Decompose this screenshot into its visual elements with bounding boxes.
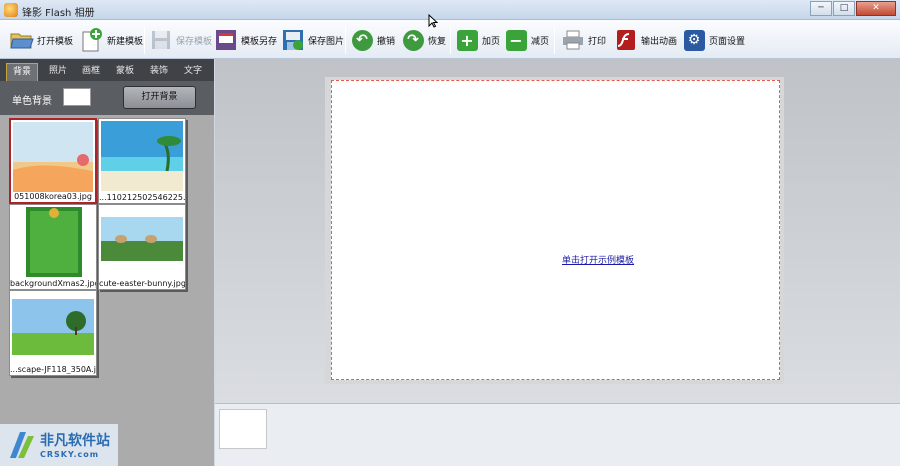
thumbnail-item[interactable]: backgroundXmas2.jpg	[9, 204, 97, 290]
redo-icon: ↷	[401, 28, 425, 52]
solid-background-label: 单色背景	[12, 96, 52, 107]
close-button[interactable]: ✕	[856, 1, 896, 16]
add-page-button[interactable]: + 加页	[455, 26, 500, 54]
plus-icon: +	[455, 28, 479, 52]
new-template-button[interactable]: 新建模板	[80, 26, 143, 54]
thumbnail-image	[12, 293, 94, 363]
album-page[interactable]	[331, 80, 780, 380]
resource-panel: 背景 照片 画框 蒙板 装饰 文字 单色背景 打开背景 051008korea0…	[0, 59, 214, 466]
thumbnail-item[interactable]: cute-easter-bunny.jpg	[98, 204, 186, 290]
undo-icon: ↶	[350, 28, 374, 52]
mouse-cursor-icon	[428, 14, 438, 28]
undo-button[interactable]: ↶ 撤销	[350, 26, 395, 54]
toolbar-separator	[144, 26, 145, 54]
gear-icon: ⚙	[682, 28, 706, 52]
open-background-button[interactable]: 打开背景	[123, 86, 196, 109]
background-thumbnails: 051008korea03.jpg ...110212502546225.jpg…	[0, 115, 214, 466]
open-sample-template-link[interactable]: 单击打开示例模板	[562, 253, 634, 266]
save-image-button[interactable]: 保存图片	[281, 26, 344, 54]
tab-text[interactable]: 文字	[178, 63, 208, 81]
flash-icon	[614, 28, 638, 52]
main-toolbar: 打开模板 新建模板 保存模板 模板另存 保存图片 ↶ 撤销 ↷ 恢复 + 加页	[0, 20, 900, 59]
solid-color-swatch[interactable]	[63, 88, 91, 106]
watermark-domain: CRSKY.com	[40, 450, 100, 459]
maximize-button[interactable]: □	[833, 1, 855, 16]
export-animation-button[interactable]: 输出动画	[614, 26, 677, 54]
page-thumbnail-strip	[215, 403, 900, 466]
save-disk-icon	[149, 28, 173, 52]
tab-decorations[interactable]: 装饰	[144, 63, 174, 81]
resource-tabs: 背景 照片 画框 蒙板 装饰 文字	[0, 59, 214, 81]
title-bar: 锋影 Flash 相册 ─ □ ✕	[0, 0, 900, 20]
window-title: 锋影 Flash 相册	[22, 8, 95, 19]
toolbar-separator	[345, 26, 346, 54]
window-controls: ─ □ ✕	[809, 1, 896, 16]
save-image-icon	[281, 28, 305, 52]
print-button[interactable]: 打印	[561, 26, 606, 54]
redo-button[interactable]: ↷ 恢复	[401, 26, 446, 54]
tab-masks[interactable]: 蒙板	[110, 63, 140, 81]
toolbar-separator	[450, 26, 451, 54]
watermark-logo	[10, 432, 34, 458]
page-setup-button[interactable]: ⚙ 页面设置	[682, 26, 745, 54]
background-controls: 单色背景 打开背景	[0, 81, 214, 115]
tab-photos[interactable]: 照片	[43, 63, 73, 81]
printer-icon	[561, 28, 585, 52]
folder-open-icon	[10, 28, 34, 52]
thumbnail-image	[13, 122, 93, 192]
minimize-button[interactable]: ─	[810, 1, 832, 16]
thumbnail-image	[12, 207, 94, 277]
open-template-button[interactable]: 打开模板	[10, 26, 73, 54]
app-icon	[4, 3, 18, 17]
toolbar-separator	[554, 26, 555, 54]
save-template-button[interactable]: 保存模板	[149, 26, 212, 54]
remove-page-button[interactable]: − 减页	[504, 26, 549, 54]
page-thumbnail[interactable]	[219, 409, 267, 449]
tab-background[interactable]: 背景	[6, 63, 38, 81]
thumbnail-item[interactable]: ...scape-JF118_350A.jpg	[9, 290, 97, 376]
save-template-as-button[interactable]: 模板另存	[214, 26, 277, 54]
watermark-text: 非凡软件站	[40, 433, 110, 449]
save-as-icon	[214, 28, 238, 52]
thumbnail-image	[101, 121, 183, 191]
thumbnail-item[interactable]: 051008korea03.jpg	[9, 118, 97, 204]
thumbnail-image	[101, 207, 183, 277]
new-document-icon	[80, 28, 104, 52]
minus-icon: −	[504, 28, 528, 52]
tab-frames[interactable]: 画框	[76, 63, 106, 81]
thumbnail-item[interactable]: ...110212502546225.jpg	[98, 118, 186, 204]
